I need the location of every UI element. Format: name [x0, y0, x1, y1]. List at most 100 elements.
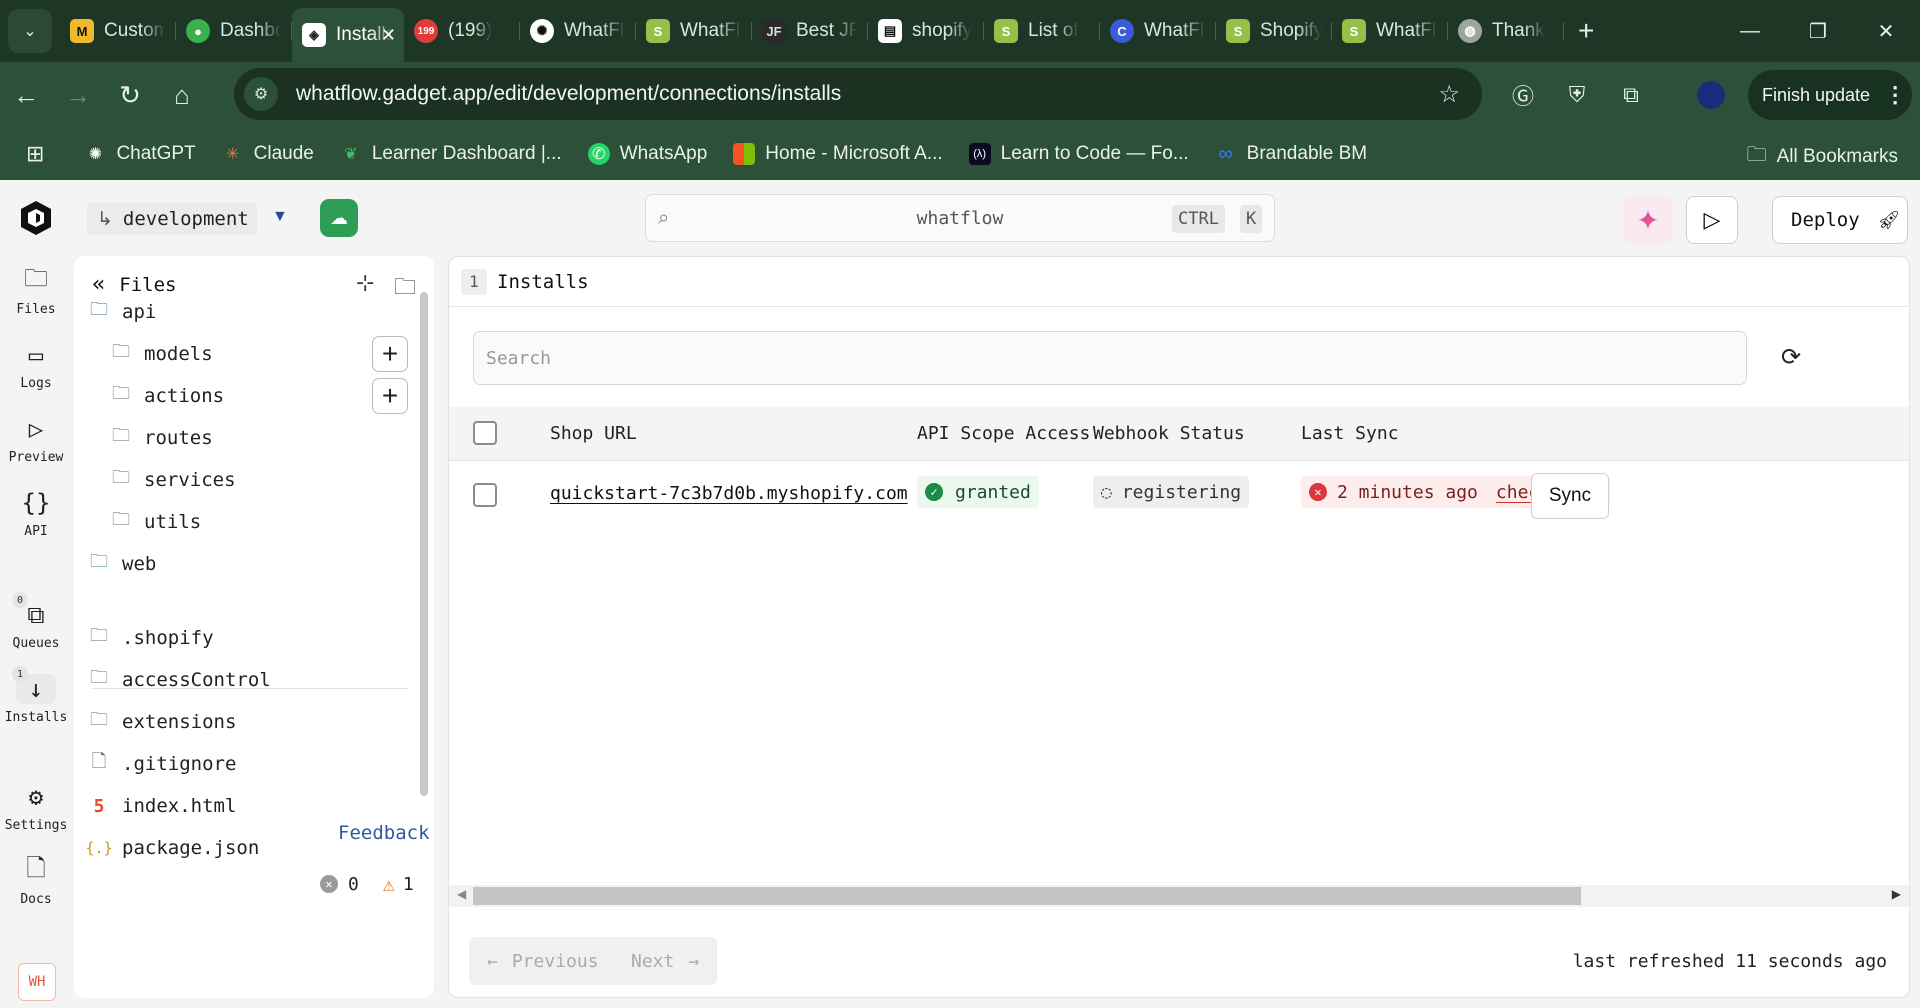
tree-item-shopify[interactable]: 🗀 .shopify — [88, 620, 214, 656]
browser-tab[interactable]: MCustomer — [60, 8, 176, 54]
error-icon: ✕ — [320, 875, 338, 893]
new-tab-icon[interactable]: + — [1578, 15, 1594, 47]
browser-tab[interactable]: 199 (199) — [404, 8, 520, 54]
tree-item-gitignore[interactable]: 🗋 .gitignore — [88, 746, 237, 782]
all-bookmarks-button[interactable]: 🗀 All Bookmarks — [1747, 140, 1898, 174]
restore-icon[interactable]: ❐ — [1784, 0, 1852, 62]
bookmark-item[interactable]: Home - Microsoft A... — [733, 143, 943, 165]
address-bar-row: ← → ↻ ⌂ ⚙ whatflow.gadget.app/edit/devel… — [0, 62, 1920, 128]
rail-item-docs[interactable]: 🗋 Docs — [0, 854, 72, 908]
url-bar[interactable]: ⚙ whatflow.gadget.app/edit/development/c… — [234, 68, 1482, 120]
bookmark-star-icon[interactable]: ☆ — [1438, 80, 1460, 109]
tree-item-routes[interactable]: 🗀 routes — [110, 420, 213, 456]
gadget-editor: ↳ development ▼ ☁ ⌕ whatflow CTRL K ✦ ▷ D… — [0, 180, 1920, 1008]
bookmark-item[interactable]: ❦ Learner Dashboard |... — [340, 143, 561, 165]
tree-item-index-html[interactable]: 5 index.html — [88, 788, 237, 824]
tree-item-accesscontrol[interactable]: 🗀 accessControl — [88, 662, 271, 698]
next-page-button[interactable]: Next → — [613, 937, 718, 985]
close-window-icon[interactable]: ✕ — [1852, 0, 1920, 62]
rail-item-installs[interactable]: 1 ↓ Installs — [0, 666, 72, 725]
browser-tab[interactable]: S List of — [984, 8, 1100, 54]
close-tab-icon[interactable]: ✕ — [381, 25, 396, 46]
minimize-icon[interactable]: — — [1716, 0, 1784, 62]
bookmark-item[interactable]: ✺ ChatGPT — [84, 143, 196, 165]
bookmark-item[interactable]: ✆ WhatsApp — [587, 143, 707, 165]
back-arrow-icon[interactable]: ← — [0, 69, 52, 121]
feedback-link[interactable]: Feedback — [338, 822, 430, 844]
browser-tab-active[interactable]: ◈ Installs ✕ — [292, 8, 404, 62]
refresh-icon[interactable]: ⟳ — [1781, 343, 1801, 372]
gadget-favicon-icon: ◈ — [302, 23, 326, 47]
rail-item-queues[interactable]: 0 ⧉ Queues — [0, 592, 72, 651]
tree-item-models[interactable]: 🗀 models — [110, 336, 213, 372]
browser-tab[interactable]: ✺WhatFlow — [520, 8, 636, 54]
browser-tab[interactable]: S Shopify — [1216, 8, 1332, 54]
scroll-right-icon[interactable]: ▶ — [1892, 887, 1901, 901]
select-all-checkbox[interactable] — [473, 421, 497, 445]
rail-item-files[interactable]: 🗀 Files — [0, 264, 72, 318]
environment-selector[interactable]: ↳ development — [87, 203, 257, 235]
browser-tab[interactable]: ▤ shopify — [868, 8, 984, 54]
home-icon[interactable]: ⌂ — [156, 69, 208, 121]
tree-item-web[interactable]: 🗀 web — [88, 546, 156, 582]
rail-item-logs[interactable]: ▭ Logs — [0, 340, 72, 391]
browser-tab[interactable]: JF Best JF — [752, 8, 868, 54]
command-search[interactable]: ⌕ whatflow CTRL K — [645, 194, 1275, 242]
deploy-button[interactable]: Deploy 🚀︎ — [1772, 196, 1908, 244]
scrollbar-thumb[interactable] — [473, 887, 1581, 905]
user-avatar[interactable]: WH — [18, 963, 56, 1001]
reload-icon[interactable]: ↻ — [104, 69, 156, 121]
tree-item-package-json[interactable]: {.} package.json — [85, 830, 259, 866]
rail-item-settings[interactable]: ⚙ Settings — [0, 782, 72, 833]
problems-counter[interactable]: ✕ 0 ⚠ 1 — [320, 872, 414, 896]
table-horizontal-scrollbar[interactable]: ◀ ▶ — [449, 885, 1909, 907]
tab-favicon-icon: ● — [186, 19, 210, 43]
meta-icon: ∞ — [1218, 142, 1233, 165]
finish-update-button[interactable]: Finish update ⋮ — [1748, 70, 1912, 120]
new-folder-icon[interactable]: 🗀 — [394, 270, 416, 308]
bookmark-item[interactable]: ✳ Claude — [222, 143, 314, 165]
tree-item-extensions[interactable]: 🗀 extensions — [88, 704, 236, 740]
tree-item-services[interactable]: 🗀 services — [110, 462, 236, 498]
installs-search-input[interactable]: Search — [473, 331, 1747, 385]
apps-grid-icon[interactable]: ⊞ — [26, 141, 44, 167]
browser-tab[interactable]: SWhatFlow — [636, 8, 752, 54]
site-info-icon[interactable]: ⚙ — [244, 77, 278, 111]
run-play-button[interactable]: ▷ — [1686, 196, 1738, 244]
tab-installs[interactable]: Installs — [497, 271, 589, 293]
url-text: whatflow.gadget.app/edit/development/con… — [296, 82, 842, 105]
tab-search-button[interactable]: ⌄ — [8, 9, 52, 53]
forward-arrow-icon[interactable]: → — [52, 69, 104, 121]
bookmark-item[interactable]: ∞ Brandable BM — [1215, 142, 1368, 165]
rail-item-preview[interactable]: ▷ Preview — [0, 414, 72, 465]
previous-page-button[interactable]: ← Previous — [469, 937, 631, 985]
cloud-sync-icon[interactable]: ☁ — [320, 199, 358, 237]
shop-url-link[interactable]: quickstart-7c3b7d0b.myshopify.com — [550, 483, 908, 504]
add-model-button[interactable]: + — [372, 336, 408, 372]
browser-tab[interactable]: ●Dashboard — [176, 8, 292, 54]
environment-dropdown-icon[interactable]: ▼ — [272, 208, 288, 226]
shield-extension-icon[interactable]: ⛨ — [1556, 74, 1598, 116]
new-file-icon[interactable]: ⊹ — [356, 270, 374, 296]
browser-tab[interactable]: SWhatFlow — [1332, 8, 1448, 54]
ai-assistant-sparkle-icon[interactable]: ✦ — [1624, 196, 1672, 244]
bookmark-item[interactable]: (λ) Learn to Code — Fo... — [968, 143, 1189, 165]
row-checkbox[interactable] — [473, 483, 497, 507]
add-action-button[interactable]: + — [372, 378, 408, 414]
tree-item-utils[interactable]: 🗀 utils — [110, 504, 201, 540]
table-header: Shop URL API Scope Access Webhook Status… — [449, 407, 1909, 461]
tree-item-actions[interactable]: 🗀 actions — [110, 378, 224, 414]
browser-tab[interactable]: CWhatFlow — [1100, 8, 1216, 54]
sync-button[interactable]: Sync — [1531, 473, 1609, 519]
extensions-puzzle-icon[interactable]: ⧉ — [1610, 74, 1652, 116]
profile-avatar-icon[interactable] — [1690, 74, 1732, 116]
grammarly-extension-icon[interactable]: Ⓖ — [1502, 74, 1544, 116]
shopify-favicon-icon: S — [1226, 19, 1250, 43]
files-scrollbar[interactable] — [420, 292, 428, 796]
check-circle-icon: ✓ — [925, 483, 943, 501]
gadget-logo-icon[interactable] — [16, 198, 56, 238]
browser-tab[interactable]: ◍ Thank — [1448, 8, 1564, 54]
tree-item-api[interactable]: 🗀 api — [88, 294, 156, 330]
rail-item-api[interactable]: {} API — [0, 488, 72, 539]
scroll-left-icon[interactable]: ◀ — [457, 887, 466, 901]
